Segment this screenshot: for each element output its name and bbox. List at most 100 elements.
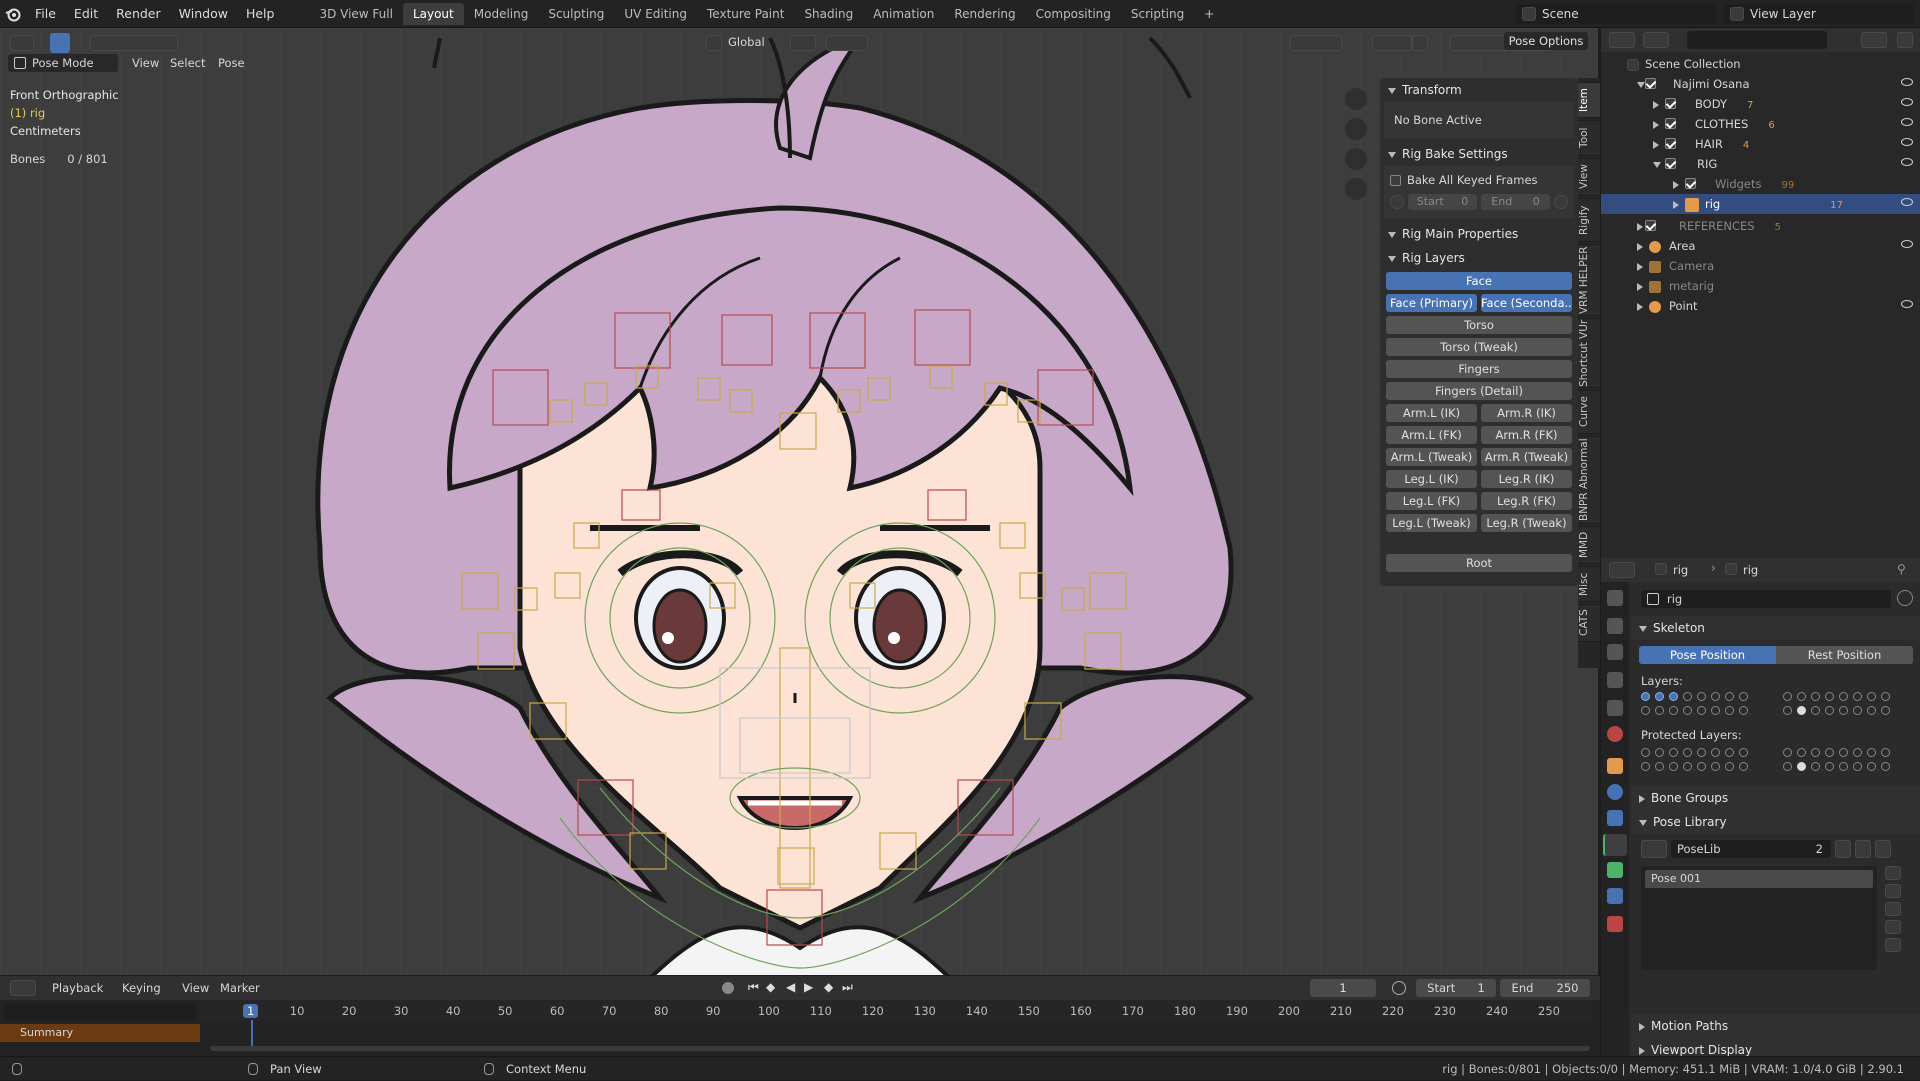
menu-file[interactable]: File xyxy=(26,0,65,28)
frame-range-icon[interactable] xyxy=(1390,195,1404,209)
bake-all-checkbox[interactable] xyxy=(1390,174,1401,186)
layer-dot[interactable] xyxy=(1853,692,1862,701)
motion-paths-header[interactable]: Motion Paths xyxy=(1631,1014,1920,1038)
menu-window[interactable]: Window xyxy=(170,0,237,28)
outliner-row-area[interactable]: Area xyxy=(1601,236,1920,256)
layer-dot[interactable] xyxy=(1655,692,1664,701)
layer-torso-button[interactable]: Torso xyxy=(1386,316,1572,334)
scene-tab-icon[interactable] xyxy=(1607,700,1623,716)
layer-leg-l-fk-button[interactable]: Leg.L (FK) xyxy=(1386,492,1477,510)
expand-icon[interactable] xyxy=(1637,262,1643,271)
layer-dot[interactable] xyxy=(1725,692,1734,701)
tab-cats[interactable]: CATS xyxy=(1578,604,1600,642)
properties-editor-icon[interactable] xyxy=(1609,562,1635,578)
expand-icon[interactable] xyxy=(1653,120,1659,129)
layer-dot[interactable] xyxy=(1825,762,1834,771)
layer-dot[interactable] xyxy=(1711,748,1720,757)
fake-user-icon[interactable] xyxy=(1897,590,1913,606)
menu-keying[interactable]: Keying xyxy=(122,981,161,995)
add-workspace-button[interactable]: + xyxy=(1194,3,1224,25)
world-tab-icon[interactable] xyxy=(1607,726,1623,742)
layer-dot[interactable] xyxy=(1739,706,1748,715)
tab-modeling[interactable]: Modeling xyxy=(464,3,539,25)
menu-timeline-view[interactable]: View xyxy=(182,981,209,995)
pose-list-item[interactable]: Pose 001 xyxy=(1645,870,1873,888)
rest-position-button[interactable]: Rest Position xyxy=(1776,646,1913,664)
eye-icon[interactable] xyxy=(1901,118,1913,126)
layer-dot[interactable] xyxy=(1697,748,1706,757)
layer-leg-l-ik-button[interactable]: Leg.L (IK) xyxy=(1386,470,1477,488)
layer-dot[interactable] xyxy=(1825,706,1834,715)
bone-groups-header[interactable]: Bone Groups xyxy=(1631,786,1920,810)
expand-icon[interactable] xyxy=(1653,161,1661,168)
layer-dot[interactable] xyxy=(1697,706,1706,715)
menu-marker[interactable]: Marker xyxy=(220,981,260,995)
clothes-checkbox[interactable] xyxy=(1665,118,1676,129)
menu-view[interactable]: View xyxy=(132,56,159,70)
layer-dot[interactable] xyxy=(1655,762,1664,771)
jump-start-icon[interactable]: ⏮ xyxy=(748,980,759,995)
outliner-row-body[interactable]: BODY 7 xyxy=(1601,94,1920,114)
layer-dot[interactable] xyxy=(1881,706,1890,715)
tab-uv-editing[interactable]: UV Editing xyxy=(614,3,697,25)
bake-end-field[interactable]: End 0 xyxy=(1481,194,1550,210)
outliner-row-scene-collection[interactable]: Scene Collection xyxy=(1601,54,1920,74)
layer-dot[interactable] xyxy=(1811,762,1820,771)
current-frame-field[interactable]: 1 xyxy=(1310,979,1376,997)
tab-rendering[interactable]: Rendering xyxy=(944,3,1025,25)
display-mode-icon[interactable] xyxy=(1643,32,1669,48)
pivot-icon[interactable] xyxy=(790,35,816,51)
expand-icon[interactable] xyxy=(1637,242,1643,251)
bake-start-field[interactable]: Start 0 xyxy=(1408,194,1477,210)
expand-icon[interactable] xyxy=(1637,222,1643,231)
tab-sculpting[interactable]: Sculpting xyxy=(538,3,614,25)
tab-shading[interactable]: Shading xyxy=(794,3,863,25)
tab-texture-paint[interactable]: Texture Paint xyxy=(697,3,794,25)
tab-bnpr-abnormal[interactable]: BNPR Abnormal xyxy=(1578,436,1600,524)
eye-icon[interactable] xyxy=(1901,240,1913,248)
filter-icon[interactable] xyxy=(1861,32,1887,48)
new-collection-icon[interactable] xyxy=(1897,32,1913,48)
next-key-icon[interactable]: ◆ xyxy=(824,980,833,994)
poselib-selector[interactable]: PoseLib 2 xyxy=(1641,840,1891,858)
preview-range-icon[interactable] xyxy=(1392,981,1406,995)
menu-select[interactable]: Select xyxy=(170,56,205,70)
layer-leg-r-ik-button[interactable]: Leg.R (IK) xyxy=(1481,470,1572,488)
expand-icon[interactable] xyxy=(1637,282,1643,291)
bake-action-icon[interactable] xyxy=(1554,195,1568,209)
poselib-name-field[interactable]: PoseLib 2 xyxy=(1671,840,1831,858)
layer-dot[interactable] xyxy=(1725,762,1734,771)
start-frame-field[interactable]: Start 1 xyxy=(1416,979,1496,997)
pin-icon[interactable]: ⚲ xyxy=(1897,562,1906,576)
layer-dot[interactable] xyxy=(1811,748,1820,757)
tab-layout[interactable]: Layout xyxy=(402,2,464,25)
expand-icon[interactable] xyxy=(1637,81,1645,88)
tab-misc[interactable]: Misc xyxy=(1578,566,1600,602)
expand-icon[interactable] xyxy=(1673,180,1679,189)
layer-dot[interactable] xyxy=(1825,692,1834,701)
eye-icon[interactable] xyxy=(1901,138,1913,146)
layer-dot[interactable] xyxy=(1839,762,1848,771)
duplicate-icon[interactable] xyxy=(1855,840,1871,858)
layer-dot[interactable] xyxy=(1739,692,1748,701)
object-tab-icon[interactable] xyxy=(1607,758,1623,774)
layer-dot[interactable] xyxy=(1669,692,1678,701)
tab-compositing[interactable]: Compositing xyxy=(1026,3,1121,25)
layer-dot[interactable] xyxy=(1783,762,1792,771)
menu-edit[interactable]: Edit xyxy=(65,0,107,28)
layer-leg-r-fk-button[interactable]: Leg.R (FK) xyxy=(1481,492,1572,510)
xray-icon[interactable] xyxy=(1412,35,1428,51)
layer-dot[interactable] xyxy=(1655,748,1664,757)
rig-layers-header[interactable]: Rig Layers xyxy=(1380,246,1578,270)
layer-dot[interactable] xyxy=(1739,748,1748,757)
orientation-dropdown[interactable]: Global xyxy=(728,35,765,49)
layer-dot[interactable] xyxy=(1697,692,1706,701)
tab-animation[interactable]: Animation xyxy=(863,3,944,25)
tab-scripting[interactable]: Scripting xyxy=(1121,3,1194,25)
layer-dot[interactable] xyxy=(1881,692,1890,701)
render-tab-icon[interactable] xyxy=(1607,618,1623,634)
select-mode-icon[interactable] xyxy=(90,35,178,51)
eye-icon[interactable] xyxy=(1901,198,1913,206)
layer-dot[interactable] xyxy=(1867,692,1876,701)
layer-dot[interactable] xyxy=(1853,706,1862,715)
